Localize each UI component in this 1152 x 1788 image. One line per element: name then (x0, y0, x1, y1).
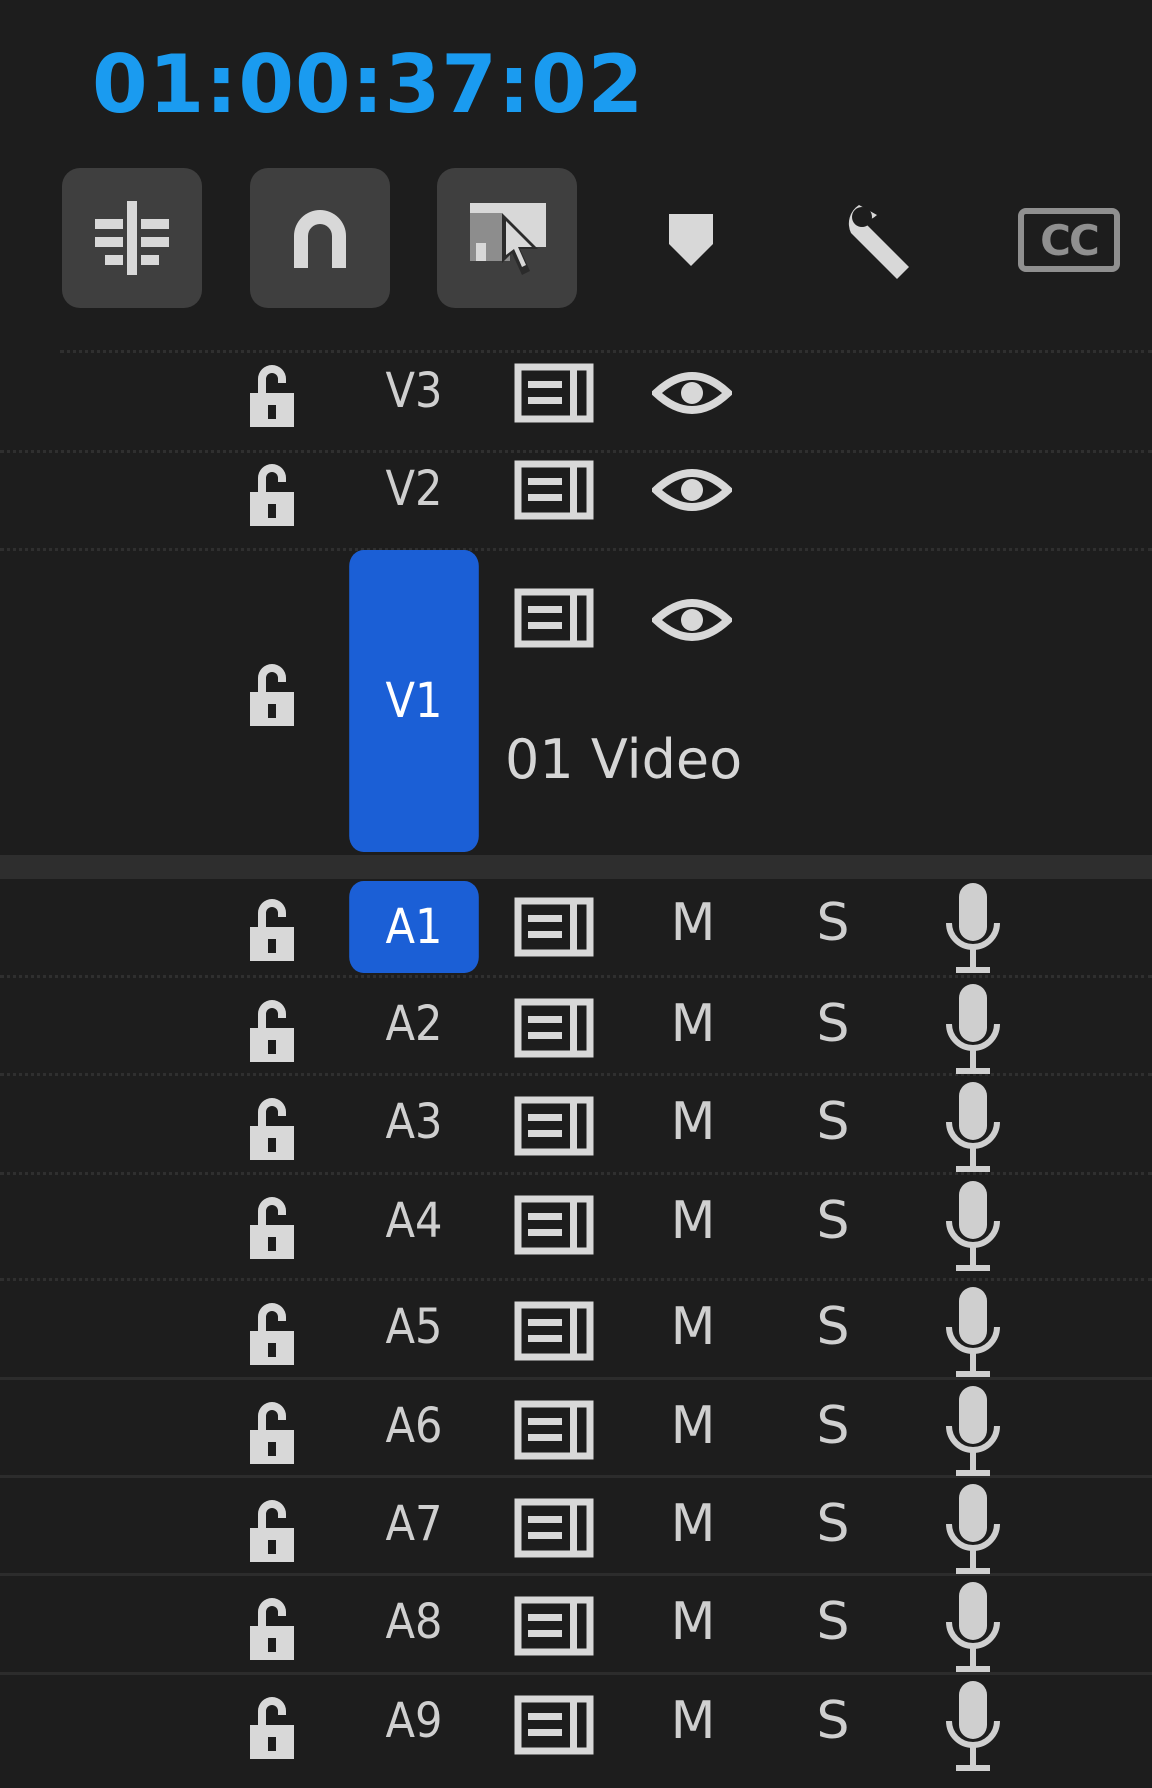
sync-lock-icon[interactable] (514, 1301, 594, 1361)
microphone-voiceover-icon[interactable] (942, 980, 1004, 1080)
solo-track-button[interactable]: S (798, 1592, 868, 1652)
track-name-a8[interactable]: A8 (349, 1594, 479, 1650)
mute-track-button[interactable]: M (658, 1396, 728, 1456)
microphone-voiceover-icon[interactable] (942, 1382, 1004, 1482)
solo-track-button[interactable]: S (798, 1691, 868, 1751)
video-audio-separator[interactable] (0, 855, 1152, 879)
microphone-voiceover-icon[interactable] (942, 1177, 1004, 1277)
track-name-a2[interactable]: A2 (349, 996, 479, 1052)
microphone-voiceover-icon[interactable] (942, 1078, 1004, 1178)
track-name-a7[interactable]: A7 (349, 1496, 479, 1552)
lock-open-icon[interactable] (244, 1398, 304, 1468)
lock-open-icon[interactable] (244, 1193, 304, 1263)
track-a3: A3 M S (0, 1078, 1152, 1174)
solo-track-button[interactable]: S (798, 1396, 868, 1456)
track-name-v2[interactable]: V2 (349, 461, 479, 517)
mute-track-button[interactable]: M (658, 1191, 728, 1251)
mute-track-button[interactable]: M (658, 1592, 728, 1652)
lock-open-icon[interactable] (244, 1496, 304, 1566)
microphone-voiceover-icon[interactable] (942, 879, 1004, 979)
sync-lock-icon[interactable] (514, 460, 594, 520)
track-clip-name: 01 Video (505, 728, 743, 791)
lock-open-icon[interactable] (244, 460, 304, 530)
solo-track-button[interactable]: S (798, 1297, 868, 1357)
mute-track-button[interactable]: M (658, 1092, 728, 1152)
solo-track-button[interactable]: S (798, 1191, 868, 1251)
lock-open-icon[interactable] (244, 660, 304, 730)
sync-lock-icon[interactable] (514, 1400, 594, 1460)
track-name-v3[interactable]: V3 (349, 363, 479, 419)
snap-button[interactable] (250, 168, 390, 308)
track-name-a5[interactable]: A5 (349, 1299, 479, 1355)
toggle-visibility-eye-icon[interactable] (652, 363, 732, 423)
sync-lock-icon[interactable] (514, 1096, 594, 1156)
insert-overwrite-sequences-icon (95, 201, 169, 275)
lock-open-icon[interactable] (244, 1693, 304, 1763)
linked-selection-icon (470, 203, 546, 275)
track-a1: A1 M S (0, 879, 1152, 975)
microphone-voiceover-icon[interactable] (942, 1677, 1004, 1777)
lock-open-icon[interactable] (244, 1094, 304, 1164)
mute-track-button[interactable]: M (658, 893, 728, 953)
linked-selection-button[interactable] (437, 168, 577, 308)
mute-track-button[interactable]: M (658, 1494, 728, 1554)
toggle-visibility-eye-icon[interactable] (652, 460, 732, 520)
sync-lock-icon[interactable] (514, 1596, 594, 1656)
sync-lock-icon[interactable] (514, 588, 594, 648)
lock-open-icon[interactable] (244, 996, 304, 1066)
track-a5: A5 M S (0, 1283, 1152, 1379)
track-a8: A8 M S (0, 1578, 1152, 1674)
captions-button[interactable]: CC (1018, 208, 1120, 272)
microphone-voiceover-icon[interactable] (942, 1283, 1004, 1383)
lock-open-icon[interactable] (244, 361, 304, 431)
lock-open-icon[interactable] (244, 1299, 304, 1369)
mute-track-button[interactable]: M (658, 1297, 728, 1357)
add-marker-button[interactable] (660, 205, 722, 275)
track-name-a1[interactable]: A1 (349, 881, 479, 973)
solo-track-button[interactable]: S (798, 1494, 868, 1554)
sync-lock-icon[interactable] (514, 1498, 594, 1558)
add-marker-icon (669, 214, 713, 266)
timeline-settings-button[interactable] (836, 192, 936, 292)
sync-lock-icon[interactable] (514, 363, 594, 423)
lock-open-icon[interactable] (244, 1594, 304, 1664)
insert-overwrite-toggle-button[interactable] (62, 168, 202, 308)
timecode-display[interactable]: 01:00:37:02 (92, 38, 644, 131)
track-a2: A2 M S (0, 980, 1152, 1076)
track-v1: V1 01 Video (0, 548, 1152, 855)
microphone-voiceover-icon[interactable] (942, 1480, 1004, 1580)
solo-track-button[interactable]: S (798, 1092, 868, 1152)
track-a9: A9 M S (0, 1677, 1152, 1773)
track-name-a9[interactable]: A9 (349, 1693, 479, 1749)
solo-track-button[interactable]: S (798, 893, 868, 953)
track-name-a4[interactable]: A4 (349, 1193, 479, 1249)
sync-lock-icon[interactable] (514, 998, 594, 1058)
captions-cc-icon: CC (1040, 215, 1100, 265)
sync-lock-icon[interactable] (514, 1195, 594, 1255)
track-name-a3[interactable]: A3 (349, 1094, 479, 1150)
solo-track-button[interactable]: S (798, 994, 868, 1054)
track-a4: A4 M S (0, 1177, 1152, 1273)
mute-track-button[interactable]: M (658, 994, 728, 1054)
track-divider (60, 350, 1152, 353)
track-divider (0, 450, 1152, 453)
microphone-voiceover-icon[interactable] (942, 1578, 1004, 1678)
sync-lock-icon[interactable] (514, 1695, 594, 1755)
track-name-a6[interactable]: A6 (349, 1398, 479, 1454)
track-a6: A6 M S (0, 1382, 1152, 1478)
track-name-v1[interactable]: V1 (349, 550, 479, 852)
snap-magnet-icon (294, 210, 346, 268)
sync-lock-icon[interactable] (514, 897, 594, 957)
toggle-visibility-eye-icon[interactable] (652, 590, 732, 650)
wrench-settings-icon (848, 205, 909, 279)
track-divider (0, 1278, 1152, 1281)
mute-track-button[interactable]: M (658, 1691, 728, 1751)
track-a7: A7 M S (0, 1480, 1152, 1576)
lock-open-icon[interactable] (244, 895, 304, 965)
